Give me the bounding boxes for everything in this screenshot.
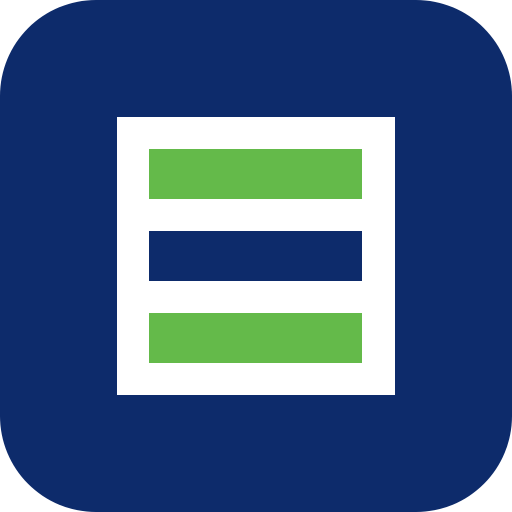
app-icon[interactable] [0, 0, 512, 512]
logo-bar-top [149, 149, 362, 199]
logo-frame [117, 117, 395, 395]
logo-bar-bottom [149, 313, 362, 363]
logo-bar-middle [149, 231, 362, 281]
